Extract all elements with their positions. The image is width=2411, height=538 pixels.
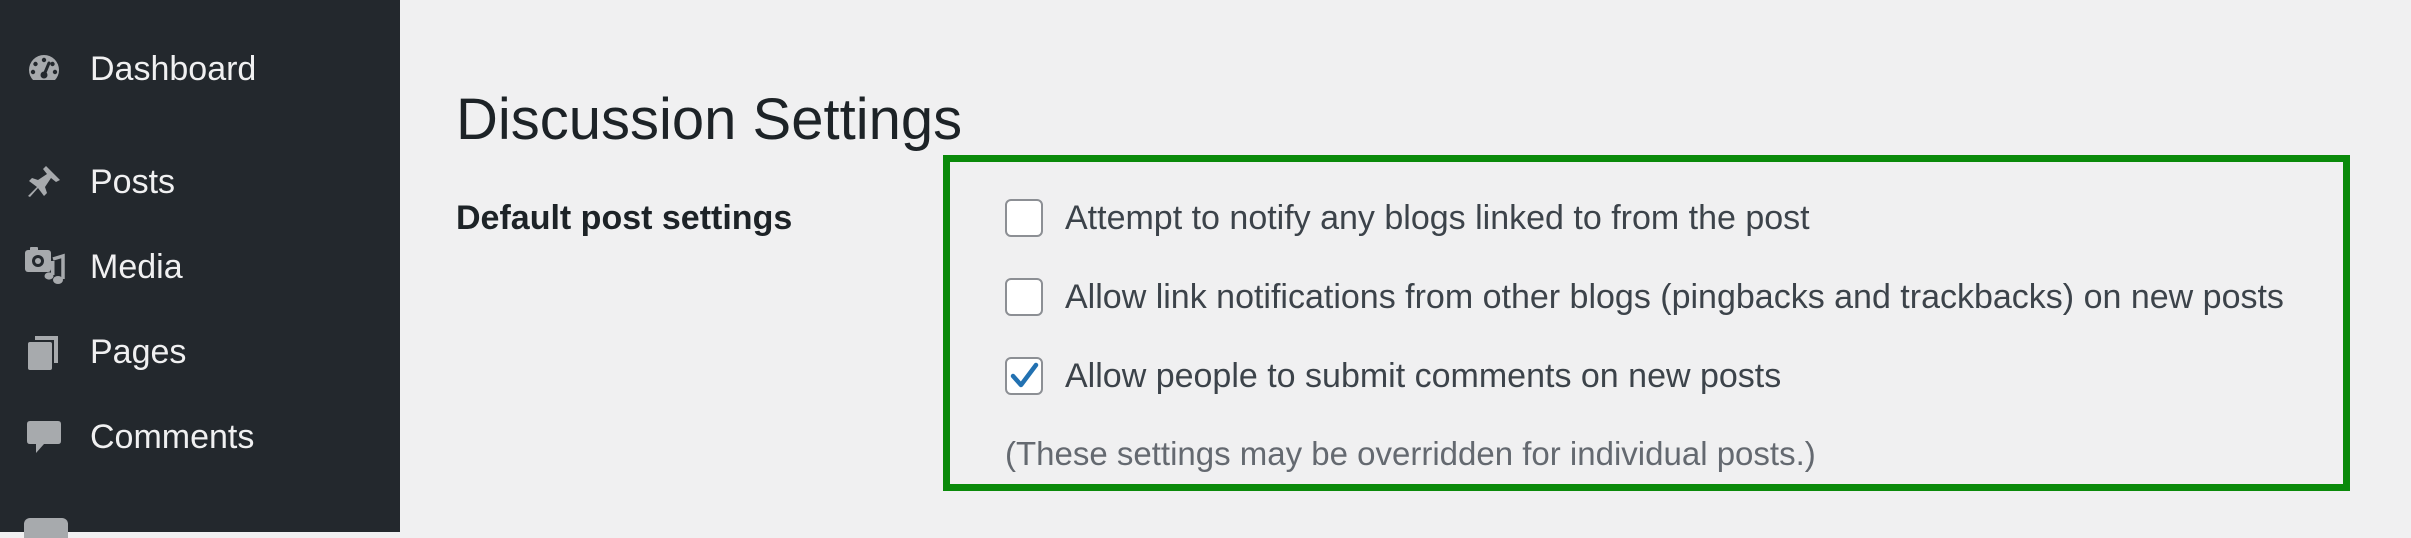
sidebar-item-posts[interactable]: Posts <box>0 147 400 217</box>
allow-comments-option[interactable]: Allow people to submit comments on new p… <box>1005 356 1781 396</box>
option-label: Attempt to notify any blogs linked to fr… <box>1065 198 1810 238</box>
dashboard-icon <box>22 47 66 91</box>
appearance-icon[interactable] <box>24 518 68 538</box>
checkmark-icon <box>1009 361 1039 391</box>
sidebar-item-comments[interactable]: Comments <box>0 402 400 472</box>
notify-linked-blogs-option[interactable]: Attempt to notify any blogs linked to fr… <box>1005 198 1810 238</box>
sidebar-item-label: Posts <box>90 162 175 202</box>
sidebar-item-label: Dashboard <box>90 49 256 89</box>
option-label: Allow link notifications from other blog… <box>1065 277 2284 317</box>
notify-linked-blogs-checkbox[interactable] <box>1005 199 1043 237</box>
sidebar-item-dashboard[interactable]: Dashboard <box>0 34 400 104</box>
pushpin-icon <box>22 160 66 204</box>
section-label: Default post settings <box>456 198 792 238</box>
page-title: Discussion Settings <box>456 85 962 155</box>
option-label: Allow people to submit comments on new p… <box>1065 356 1781 396</box>
settings-main: Discussion Settings Default post setting… <box>400 0 2411 532</box>
settings-note: (These settings may be overridden for in… <box>1005 434 1816 474</box>
admin-sidebar: Dashboard Posts Media <box>0 0 400 532</box>
sidebar-item-pages[interactable]: Pages <box>0 317 400 387</box>
media-icon <box>22 245 66 289</box>
pages-icon <box>22 330 66 374</box>
sidebar-item-label: Media <box>90 247 183 287</box>
sidebar-item-media[interactable]: Media <box>0 232 400 302</box>
link-notifications-option[interactable]: Allow link notifications from other blog… <box>1005 277 2284 317</box>
sidebar-item-label: Pages <box>90 332 186 372</box>
sidebar-item-label: Comments <box>90 417 254 457</box>
allow-comments-checkbox[interactable] <box>1005 357 1043 395</box>
link-notifications-checkbox[interactable] <box>1005 278 1043 316</box>
comment-icon <box>22 415 66 459</box>
